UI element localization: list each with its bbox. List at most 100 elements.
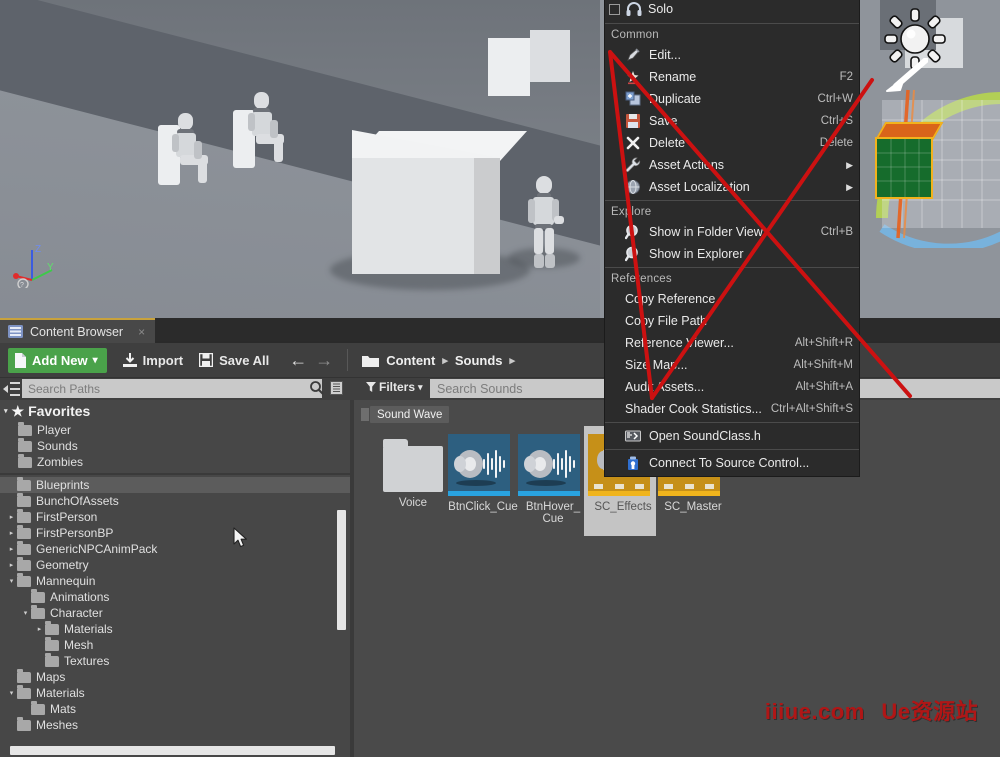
context-menu-item[interactable]: Edit... [605,44,859,66]
favorites-header[interactable]: ▾ ★ Favorites [0,400,350,422]
folder-icon [17,560,31,571]
context-menu-item[interactable]: Show in Explorer [605,243,859,265]
add-new-caret-icon: ▾ [93,355,98,366]
path-tree-item-label: Materials [36,686,85,700]
paths-list-view-icon[interactable] [330,381,343,395]
tab-content-browser[interactable]: Content Browser × [0,318,155,343]
favorites-item[interactable]: Sounds [0,438,350,454]
context-menu-item-label: Edit... [649,48,853,62]
favorites-item[interactable]: Player [0,422,350,438]
path-tree-item[interactable]: ▸Geometry [0,557,350,573]
context-menu-item-shortcut: Alt+Shift+M [794,359,853,371]
path-tree-item[interactable]: Meshes [0,717,350,733]
folder-thumbnail [383,446,443,492]
tree-expand-arrow-icon[interactable]: ▸ [6,529,17,537]
watermark: iiiue.com Ue资源站 [765,694,978,726]
nav-back-button[interactable]: ← [289,351,307,369]
context-menu-item[interactable]: Shader Cook Statistics...Ctrl+Alt+Shift+… [605,398,859,420]
path-tree-item[interactable]: Textures [0,653,350,669]
context-menu-item[interactable]: Copy Reference [605,288,859,310]
nav-forward-button[interactable]: → [315,351,333,369]
selected-green-box[interactable] [875,137,933,199]
search-paths-input[interactable]: Search Paths [22,379,322,398]
path-tree-item[interactable]: Blueprints [0,477,350,493]
context-menu-section-header: References [605,270,859,288]
path-tree-item-label: Materials [64,622,113,636]
context-menu-separator [605,23,859,24]
tab-close-button[interactable]: × [138,325,145,339]
context-menu-item[interactable]: DuplicateCtrl+W [605,88,859,110]
collapse-paths-icon[interactable] [2,381,20,397]
seated-mannequin-2 [228,88,298,168]
tree-expand-arrow-icon[interactable]: ▸ [6,561,17,569]
tree-horizontal-scrollbar[interactable] [10,746,335,755]
path-tree-item[interactable]: ▸GenericNPCAnimPack [0,541,350,557]
folder-icon [31,608,45,619]
large-white-cube[interactable] [352,158,500,274]
tree-expand-arrow-icon[interactable]: ▾ [20,609,31,617]
context-menu-item[interactable]: Size Map...Alt+Shift+M [605,354,859,376]
filters-button[interactable]: Filters ▾ [366,380,423,394]
context-menu-item[interactable]: Connect To Source Control... [605,452,859,474]
path-tree-item[interactable]: ▾Character [0,605,350,621]
add-new-button[interactable]: Add New ▾ [8,348,107,373]
path-tree-item[interactable]: ▸ Materials [0,621,350,637]
path-tree-item[interactable]: Maps [0,669,350,685]
asset-tile[interactable]: Voice [378,434,448,509]
import-icon [123,353,137,367]
context-menu-item-label: Connect To Source Control... [649,456,853,470]
path-tree-item[interactable]: Mesh [0,637,350,653]
svg-text:?: ? [20,282,24,288]
tree-expand-arrow-icon[interactable]: ▾ [6,689,17,697]
filter-tag-sound-wave[interactable]: Sound Wave [370,406,449,423]
path-tree-item[interactable]: Animations [0,589,350,605]
submenu-arrow-icon: ▶ [846,182,853,193]
favorites-expand-arrow-icon[interactable]: ▾ [4,407,8,415]
path-tree-item[interactable]: ▸FirstPersonBP [0,525,350,541]
tree-expand-arrow-icon[interactable]: ▸ [34,625,45,633]
context-menu-item[interactable]: Copy File Path [605,310,859,332]
favorites-item[interactable]: Zombies [0,454,350,470]
tree-expand-arrow-icon[interactable]: ▸ [6,513,17,521]
context-item-solo[interactable]: Solo [605,0,859,21]
chevron-right-icon-2[interactable]: ▸ [510,354,516,367]
context-menu-item-shortcut: Alt+Shift+A [795,381,853,393]
folder-icon [31,592,45,603]
context-menu-item[interactable]: Open SoundClass.h [605,425,859,447]
context-menu-item[interactable]: SaveCtrl+S [605,110,859,132]
path-tree-item[interactable]: ▾Mannequin [0,573,350,589]
asset-tile[interactable]: BtnHover_ Cue [518,434,588,525]
path-tree-item[interactable]: ▸FirstPerson [0,509,350,525]
solo-checkbox[interactable] [609,4,620,15]
path-tree-panel[interactable]: ▾ ★ Favorites PlayerSoundsZombies Bluepr… [0,400,350,757]
asset-tile-label: SC_Master [658,501,728,513]
context-menu-item[interactable]: Audit Assets...Alt+Shift+A [605,376,859,398]
context-menu-item[interactable]: Reference Viewer...Alt+Shift+R [605,332,859,354]
asset-context-menu[interactable]: Solo CommonEdit...RenameF2DuplicateCtrl+… [604,0,860,477]
tree-vertical-scrollbar[interactable] [337,510,346,630]
path-tree-item[interactable]: BunchOfAssets [0,493,350,509]
context-menu-item-label: Rename [649,70,840,84]
asset-tile[interactable]: BtnClick_Cue [448,434,518,513]
import-button[interactable]: Import [123,347,183,373]
context-menu-item[interactable]: RenameF2 [605,66,859,88]
path-tree-item-label: Blueprints [36,478,89,492]
search-icon[interactable] [310,381,324,395]
sound-class-dots-icon [594,484,644,489]
context-menu-item[interactable]: Asset Actions▶ [605,154,859,176]
delete-x-icon [625,135,641,151]
path-tree-item[interactable]: ▾ Materials [0,685,350,701]
context-menu-item[interactable]: DeleteDelete [605,132,859,154]
folder-icon [17,512,31,523]
viewport-axis-widget: Z Y ? [8,240,58,288]
breadcrumb-item-sounds[interactable]: Sounds [455,353,503,368]
favorites-item-label: Zombies [37,455,83,469]
path-tree-item[interactable]: Mats [0,701,350,717]
tree-expand-arrow-icon[interactable]: ▾ [6,577,17,585]
breadcrumb-item-content[interactable]: Content [386,353,435,368]
save-all-button[interactable]: Save All [199,347,269,373]
tree-expand-arrow-icon[interactable]: ▸ [6,545,17,553]
context-menu-item[interactable]: Show in Folder ViewCtrl+B [605,221,859,243]
chevron-right-icon: ▸ [442,354,448,367]
context-menu-item[interactable]: Asset Localization▶ [605,176,859,198]
